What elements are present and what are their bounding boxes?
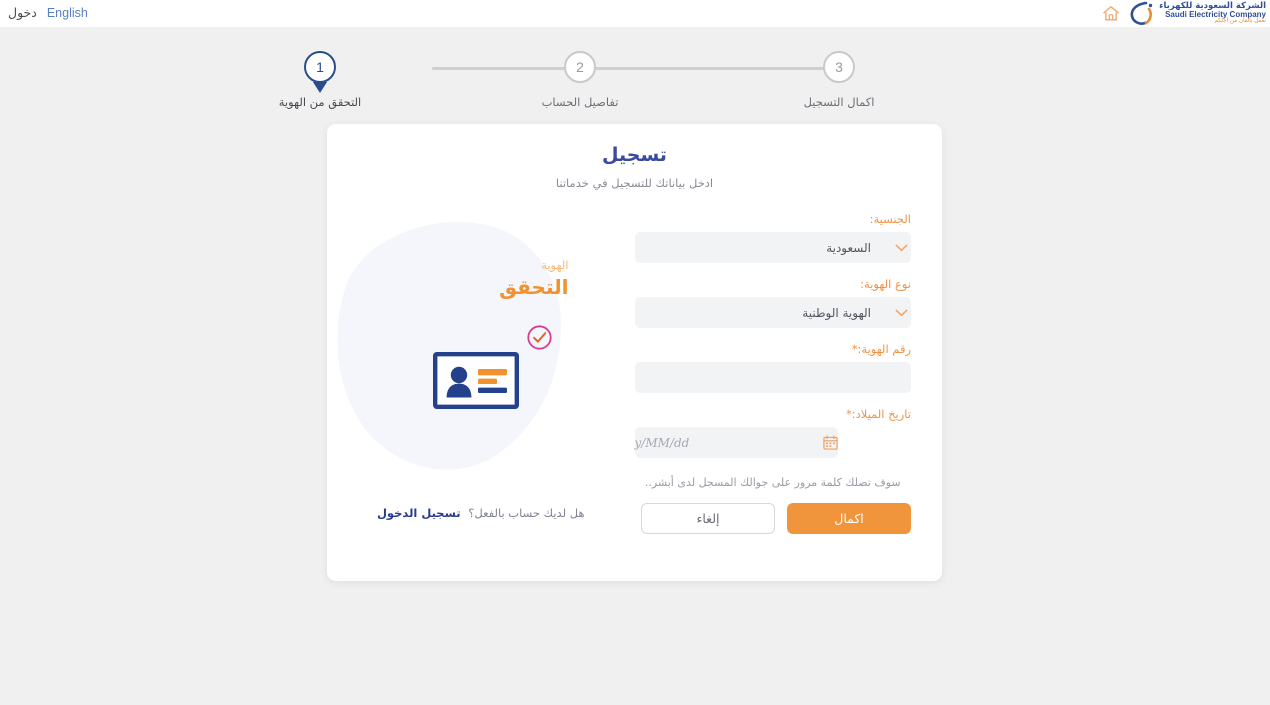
existing-account-row: هل لديك حساب بالفعل؟ تسجيل الدخول [327,506,635,520]
id-number-field: رقم الهوية:* [634,342,911,393]
top-bar: English دخول الشركة السعودية للكهرباء Sa… [0,0,1270,27]
submit-button[interactable]: اكمال [787,503,911,534]
card-body: الجنسية: السعودية نوع الهوية: الهوية الو… [327,212,942,582]
circle-check-icon [526,324,553,354]
id-number-label: رقم الهوية:* [635,342,911,356]
nationality-field: الجنسية: السعودية [634,212,911,263]
form-actions: اكمال إلغاء [635,503,911,534]
illustration-small-text: الهوية [541,258,569,272]
login-link[interactable]: دخول [8,7,37,20]
sec-logo-swoosh-icon [1130,1,1153,25]
chevron-down-icon [885,244,911,252]
home-icon[interactable] [1101,4,1121,23]
stepper-step-2[interactable]: 2 تفاصيل الحساب [525,44,635,109]
id-type-select[interactable]: الهوية الوطنية [634,297,911,328]
sec-logo[interactable]: الشركة السعودية للكهرباء Saudi Electrici… [1129,0,1266,27]
nationality-value: السعودية [826,240,871,255]
birth-date-field: تاريخ الميلاد:* y/MM/dd [634,407,911,458]
english-language-link[interactable]: English [47,7,88,20]
stepper-step-2-label: تفاصيل الحساب [541,95,619,109]
stepper-step-3-label: اكمال التسجيل [803,95,875,109]
cancel-button[interactable]: إلغاء [641,503,775,534]
registration-card: تسجيل ادخل بياناتك للتسجيل في خدماتنا ال… [327,124,942,581]
id-type-label: نوع الهوية: [860,277,911,291]
page-title: تسجيل [602,144,667,166]
birth-date-input-wrap[interactable]: y/MM/dd [634,427,838,458]
id-number-label-text: رقم الهوية: [857,342,911,356]
top-bar-right-group: الشركة السعودية للكهرباء Saudi Electrici… [1101,0,1266,27]
id-type-field: نوع الهوية: الهوية الوطنية [634,277,911,328]
nationality-label: الجنسية: [869,212,911,226]
stepper-step-2-circle[interactable]: 2 [564,51,596,83]
birth-date-input[interactable]: y/MM/dd [635,436,813,450]
existing-account-question: هل لديك حساب بالفعل؟ [468,506,585,520]
chevron-down-icon [885,309,911,317]
stepper-track [432,67,838,70]
password-hint: سوف تصلك كلمة مرور على جوالك المسجل لدى … [644,476,901,489]
sec-logo-text: الشركة السعودية للكهرباء Saudi Electrici… [1159,1,1266,25]
sec-logo-tagline: نعمل بالقان من أجلكم [1214,18,1266,25]
id-type-value: الهوية الوطنية [802,305,871,320]
stepper-step-3[interactable]: 3 اكمال التسجيل [784,44,894,109]
stepper-step-1-circle[interactable]: 1 [304,51,336,93]
illustration-big-text: التحقق [499,274,569,299]
birth-date-label-text: تاريخ الميلاد: [851,407,911,421]
stepper-step-1[interactable]: 1 التحقق من الهوية [265,44,375,109]
birth-date-label: تاريخ الميلاد:* [635,407,911,421]
id-card-icon [432,352,519,412]
nationality-select[interactable]: السعودية [634,232,911,263]
stepper-step-3-circle[interactable]: 3 [823,51,855,83]
calendar-icon[interactable] [813,435,838,450]
top-bar-left-group: English دخول [8,0,88,27]
sign-in-link[interactable]: تسجيل الدخول [377,506,461,520]
stepper-step-1-label: التحقق من الهوية [278,95,362,109]
illustration-text: الهوية التحقق [499,258,569,300]
id-number-input-wrap[interactable] [634,362,911,393]
registration-form: الجنسية: السعودية نوع الهوية: الهوية الو… [634,212,943,582]
registration-stepper: 3 اكمال التسجيل 2 تفاصيل الحساب 1 التحقق… [279,44,880,116]
identity-verification-illustration: الهوية التحقق هل لديك حساب بالفعل؟ تسجيل… [327,212,635,582]
page-subtitle: ادخل بياناتك للتسجيل في خدماتنا [555,176,714,190]
